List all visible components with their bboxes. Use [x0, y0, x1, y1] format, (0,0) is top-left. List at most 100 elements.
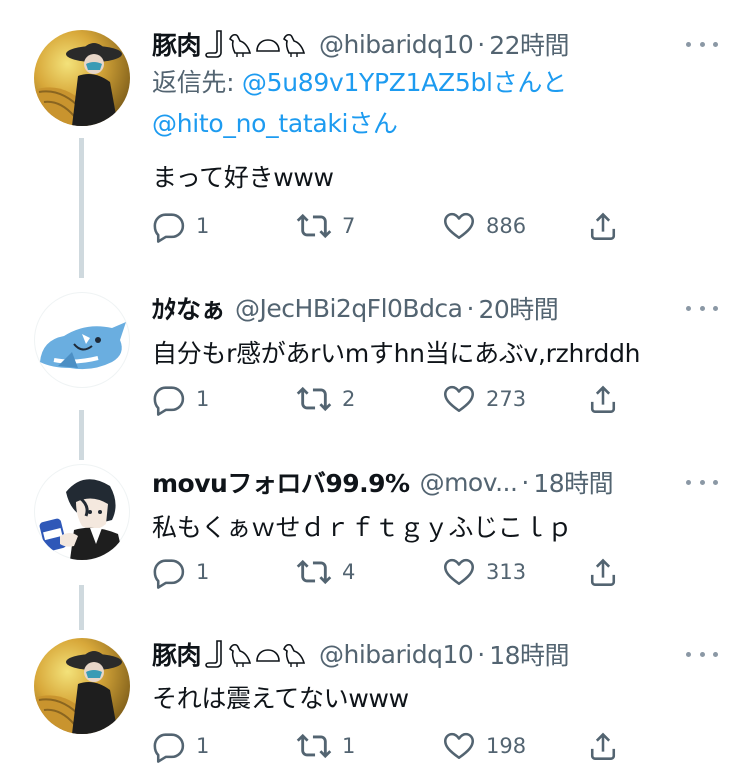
avatar[interactable] — [34, 30, 130, 126]
tweet-header: movuフォロバ99.9% @mov... · 18時間 — [152, 464, 720, 500]
bread-icon — [256, 39, 280, 52]
name-decorations — [205, 639, 309, 669]
share-icon — [586, 555, 620, 589]
separator: · — [466, 293, 475, 323]
bread-icon — [256, 649, 280, 662]
separator: · — [477, 29, 486, 59]
retweet-icon — [296, 554, 332, 590]
heart-icon — [442, 382, 476, 416]
reply-to-suffix: さん — [348, 109, 398, 138]
name-decorations — [205, 29, 309, 59]
more-options-icon[interactable] — [686, 472, 718, 492]
reply-icon — [152, 729, 186, 763]
display-name[interactable]: 豚肉 — [152, 26, 202, 62]
share-icon — [586, 209, 620, 243]
tweet[interactable]: movuフォロバ99.9% @mov... · 18時間 私もくぁｗせｄｒｆｔｇ… — [0, 452, 750, 612]
separator: · — [521, 467, 530, 497]
reply-button[interactable]: 1 — [152, 206, 209, 246]
more-options-icon[interactable] — [686, 644, 718, 664]
bird-icon — [228, 643, 252, 667]
share-icon — [586, 729, 620, 763]
retweet-button[interactable]: 7 — [296, 206, 355, 246]
retweet-icon — [296, 208, 332, 244]
tweet-text: まって好きwww — [152, 163, 334, 192]
reply-to: 返信先: @5u89v1YPZ1AZ5blさんと @hito_no_tataki… — [152, 62, 712, 144]
bird-icon — [228, 33, 252, 57]
share-icon — [586, 382, 620, 416]
like-button[interactable]: 273 — [442, 379, 526, 419]
retweet-icon — [296, 381, 332, 417]
timestamp[interactable]: 20時間 — [478, 290, 558, 326]
reply-button[interactable]: 1 — [152, 379, 209, 419]
display-name[interactable]: 豚肉 — [152, 636, 202, 672]
display-name[interactable]: movuフォロバ99.9% — [152, 464, 410, 500]
retweet-count: 1 — [342, 734, 356, 758]
tweet-actions: 1 7 886 — [152, 206, 632, 246]
heart-icon — [442, 555, 476, 589]
mention-link[interactable]: @hito_no_tataki — [152, 109, 349, 138]
reply-count: 1 — [196, 734, 210, 758]
reply-button[interactable]: 1 — [152, 552, 209, 592]
tweet-text: それは震えてないwww — [152, 684, 409, 713]
like-count: 273 — [486, 387, 527, 411]
handle[interactable]: @hibaridq10 — [319, 30, 474, 59]
handle[interactable]: @JecHBi2qFl0Bdca — [235, 294, 463, 323]
reply-count: 1 — [196, 387, 210, 411]
heart-icon — [442, 729, 476, 763]
share-button[interactable] — [586, 552, 620, 592]
retweet-button[interactable]: 2 — [296, 379, 355, 419]
reply-icon — [152, 382, 186, 416]
retweet-count: 2 — [342, 387, 356, 411]
reply-icon — [152, 209, 186, 243]
handle[interactable]: @mov... — [420, 468, 518, 497]
more-options-icon[interactable] — [686, 298, 718, 318]
tweet-header: ｶﾀなぁ @JecHBi2qFl0Bdca · 20時間 — [152, 290, 720, 326]
share-button[interactable] — [586, 726, 620, 766]
like-button[interactable]: 198 — [442, 726, 526, 766]
retweet-button[interactable]: 1 — [296, 726, 355, 766]
bird-icon — [282, 33, 306, 57]
share-button[interactable] — [586, 206, 620, 246]
reply-count: 1 — [196, 214, 210, 238]
tweet[interactable]: 豚肉 @hibaridq10 · 18時間 それは震えてないwww 1 1 19… — [0, 626, 750, 771]
reply-count: 1 — [196, 560, 210, 584]
reply-button[interactable]: 1 — [152, 726, 209, 766]
mention-link[interactable]: @5u89v1YPZ1AZ5bl — [242, 68, 493, 97]
share-button[interactable] — [586, 379, 620, 419]
tweet-actions: 1 4 313 — [152, 552, 632, 592]
reply-to-suffix: さんと — [492, 68, 567, 97]
like-button[interactable]: 886 — [442, 206, 526, 246]
tweet-actions: 1 1 198 — [152, 726, 632, 766]
display-name[interactable]: ｶﾀなぁ — [152, 290, 226, 326]
reply-to-prefix: 返信先: — [152, 68, 235, 97]
timestamp[interactable]: 18時間 — [489, 636, 569, 672]
timestamp[interactable]: 22時間 — [489, 26, 569, 62]
tweet-actions: 1 2 273 — [152, 379, 632, 419]
tweet-text: 自分もr感があrいmすhn当にあぶv,rzhrddh — [152, 339, 641, 368]
retweet-count: 4 — [342, 560, 356, 584]
avatar[interactable] — [34, 638, 130, 734]
like-count: 886 — [486, 214, 527, 238]
separator: · — [477, 639, 486, 669]
retweet-icon — [296, 728, 332, 764]
boot-icon — [205, 30, 222, 58]
handle[interactable]: @hibaridq10 — [319, 640, 474, 669]
avatar[interactable] — [34, 464, 130, 560]
more-options-icon[interactable] — [686, 34, 718, 54]
tweet-header: 豚肉 @hibaridq10 · 22時間 — [152, 26, 720, 62]
tweet-text: 私もくぁｗせｄｒｆｔｇｙふじこｌｐ — [152, 513, 572, 542]
like-button[interactable]: 313 — [442, 552, 526, 592]
retweet-count: 7 — [342, 214, 356, 238]
tweet[interactable]: 豚肉 @hibaridq10 · 22時間 返信先: @5u89v1YPZ1AZ… — [0, 0, 750, 270]
like-count: 313 — [486, 560, 527, 584]
tweet-header: 豚肉 @hibaridq10 · 18時間 — [152, 636, 720, 672]
like-count: 198 — [486, 734, 527, 758]
reply-icon — [152, 555, 186, 589]
bird-icon — [282, 643, 306, 667]
heart-icon — [442, 209, 476, 243]
retweet-button[interactable]: 4 — [296, 552, 355, 592]
avatar[interactable] — [34, 292, 130, 388]
timestamp[interactable]: 18時間 — [533, 464, 613, 500]
boot-icon — [205, 640, 222, 668]
tweet[interactable]: ｶﾀなぁ @JecHBi2qFl0Bdca · 20時間 自分もr感があrいmす… — [0, 278, 750, 438]
